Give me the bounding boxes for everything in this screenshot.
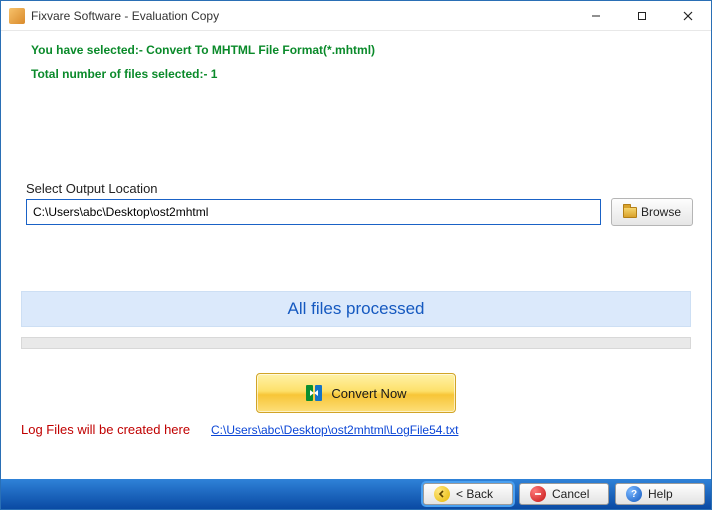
folder-icon	[623, 207, 637, 218]
convert-button-label: Convert Now	[331, 386, 406, 401]
app-icon	[9, 8, 25, 24]
log-label: Log Files will be created here	[21, 422, 190, 437]
progress-bar	[21, 337, 691, 349]
help-button-label: Help	[648, 487, 673, 501]
maximize-button[interactable]	[619, 1, 665, 31]
file-count-info: Total number of files selected:- 1	[31, 67, 217, 81]
footer-bar: < Back Cancel ? Help	[1, 479, 711, 509]
status-bar: All files processed	[21, 291, 691, 327]
back-button[interactable]: < Back	[423, 483, 513, 505]
status-text: All files processed	[287, 299, 424, 319]
titlebar: Fixvare Software - Evaluation Copy	[1, 1, 711, 31]
selection-info: You have selected:- Convert To MHTML Fil…	[31, 43, 375, 57]
convert-icon	[305, 384, 323, 402]
app-window: Fixvare Software - Evaluation Copy You h…	[0, 0, 712, 510]
help-button[interactable]: ? Help	[615, 483, 705, 505]
help-icon: ?	[626, 486, 642, 502]
cancel-button-label: Cancel	[552, 487, 589, 501]
browse-button[interactable]: Browse	[611, 198, 693, 226]
cancel-button[interactable]: Cancel	[519, 483, 609, 505]
back-arrow-icon	[434, 486, 450, 502]
output-path-input[interactable]	[26, 199, 601, 225]
status-block: All files processed	[21, 291, 691, 349]
close-button[interactable]	[665, 1, 711, 31]
output-location-label: Select Output Location	[26, 181, 158, 196]
browse-button-label: Browse	[641, 205, 681, 219]
output-path-row	[26, 199, 601, 225]
log-file-link[interactable]: C:\Users\abc\Desktop\ost2mhtml\LogFile54…	[211, 423, 458, 437]
cancel-icon	[530, 486, 546, 502]
convert-now-button[interactable]: Convert Now	[256, 373, 456, 413]
minimize-button[interactable]	[573, 1, 619, 31]
content-area: You have selected:- Convert To MHTML Fil…	[1, 31, 711, 479]
window-title: Fixvare Software - Evaluation Copy	[31, 9, 573, 23]
back-button-label: < Back	[456, 487, 493, 501]
